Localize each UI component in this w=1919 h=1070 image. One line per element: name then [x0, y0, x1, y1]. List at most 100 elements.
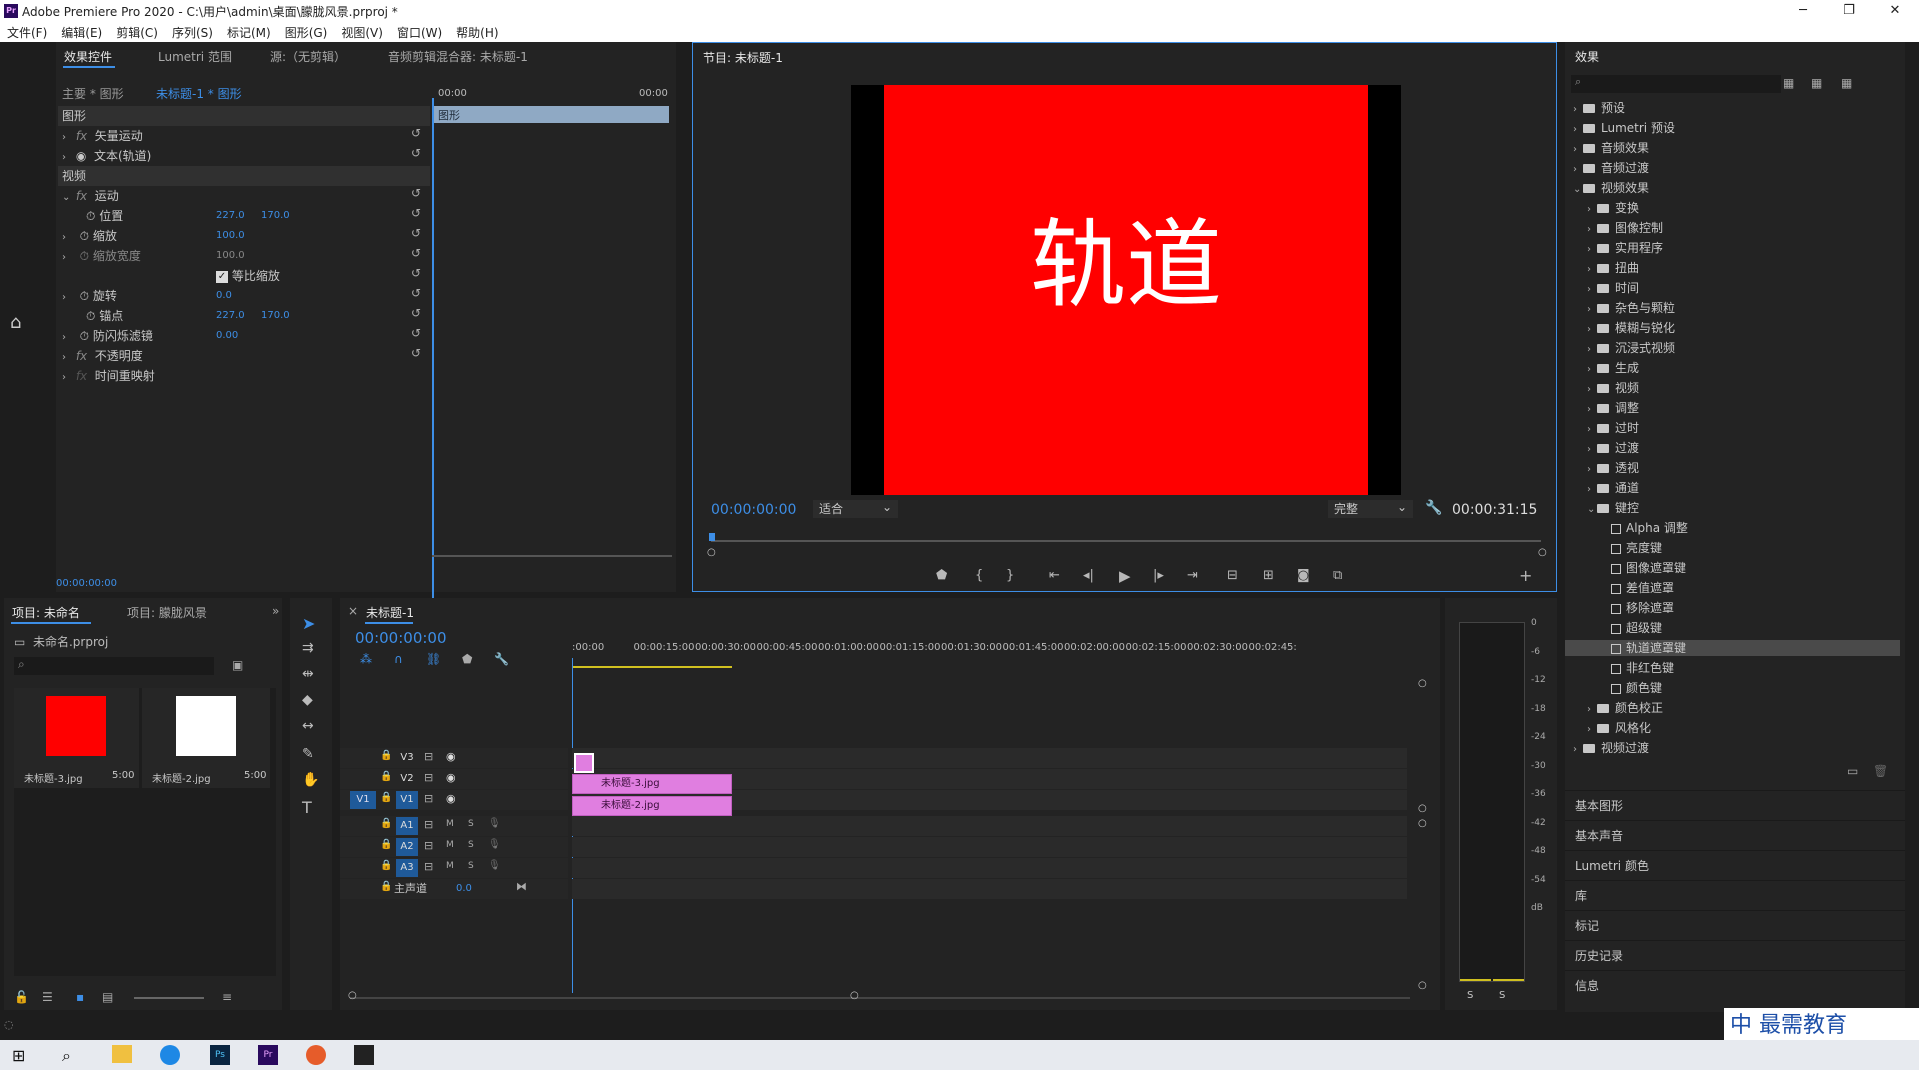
- stopwatch-icon[interactable]: ⏱: [86, 309, 95, 323]
- audio-track-lane[interactable]: [572, 837, 1407, 857]
- effects-tree-item[interactable]: › 实用程序: [1565, 240, 1900, 256]
- effects-tree-item[interactable]: › 图像控制: [1565, 220, 1900, 236]
- windows-start-icon[interactable]: ⊞: [12, 1046, 25, 1065]
- file-explorer-icon[interactable]: [112, 1045, 132, 1063]
- solo-button[interactable]: S: [468, 840, 474, 850]
- v-scroll-handle-mid2[interactable]: ○: [1418, 818, 1427, 829]
- scale-value[interactable]: 100.0: [216, 226, 245, 246]
- source-patch-v1[interactable]: V1: [350, 791, 376, 809]
- close-tab-icon[interactable]: ×: [348, 604, 358, 618]
- track-name[interactable]: A2: [396, 838, 418, 856]
- menu-sequence[interactable]: 序列(S): [165, 22, 220, 41]
- find-bin-icon[interactable]: ▣: [232, 658, 243, 672]
- tab-audio-clip-mixer[interactable]: 音频剪辑混合器: 未标题-1: [388, 48, 528, 65]
- stopwatch-icon[interactable]: ⏱: [80, 229, 89, 243]
- timeline-ruler[interactable]: :00:00 00:00:15:00 00:00:30:00 00:00:45:00 0…: [572, 640, 1412, 660]
- motion-row[interactable]: ⌄ fx 运动: [62, 186, 119, 206]
- effects-tree-item[interactable]: › 扭曲: [1565, 260, 1900, 276]
- effects-tree-item[interactable]: › 沉浸式视频: [1565, 340, 1900, 356]
- stopwatch-icon[interactable]: ⏱: [80, 329, 89, 343]
- eye-icon[interactable]: ◉: [446, 771, 456, 784]
- lock-track-icon[interactable]: 🔒: [380, 818, 392, 829]
- reset-icon[interactable]: ↺: [411, 126, 421, 140]
- chevron-right-icon[interactable]: ›: [1587, 482, 1597, 498]
- panel-essential-sound[interactable]: 基本声音: [1565, 820, 1905, 850]
- search-icon[interactable]: ⌕: [62, 1046, 71, 1066]
- app-icon[interactable]: [306, 1045, 326, 1065]
- effects-tree-item[interactable]: › 模糊与锐化: [1565, 320, 1900, 336]
- mark-in-icon[interactable]: {: [975, 568, 983, 583]
- anchor-y-value[interactable]: 170.0: [261, 306, 290, 326]
- chevron-right-icon[interactable]: ›: [1587, 302, 1597, 318]
- tab-effect-controls[interactable]: 效果控件: [64, 48, 112, 65]
- photoshop-icon[interactable]: Ps: [210, 1045, 230, 1065]
- reset-icon[interactable]: ↺: [411, 186, 421, 200]
- effects-tree-item[interactable]: 差值遮罩: [1565, 580, 1900, 596]
- solo-button[interactable]: S: [468, 819, 474, 829]
- effects-tree-item[interactable]: › 过渡: [1565, 440, 1900, 456]
- effects-tree-item[interactable]: › 颜色校正: [1565, 700, 1900, 716]
- ec-zoom-scrollbar[interactable]: [432, 555, 672, 557]
- compare-icon[interactable]: ⧉: [1333, 568, 1342, 583]
- accelerated-effects-icon[interactable]: ▦: [1783, 76, 1794, 90]
- stopwatch-icon[interactable]: ⏱: [80, 289, 89, 303]
- v-scroll-handle-bottom[interactable]: ○: [1418, 980, 1427, 991]
- snap-icon[interactable]: ∩: [394, 652, 403, 666]
- chevron-right-icon[interactable]: ›: [1587, 362, 1597, 378]
- reset-icon[interactable]: ↺: [411, 146, 421, 160]
- clip-v2[interactable]: 未标题-3.jpg: [572, 774, 732, 794]
- rotation-value[interactable]: 0.0: [216, 286, 232, 306]
- yuv-effects-icon[interactable]: ▦: [1841, 76, 1852, 90]
- tab-sequence[interactable]: 未标题-1: [366, 604, 414, 621]
- panel-lumetri-color[interactable]: Lumetri 颜色: [1565, 850, 1905, 880]
- reset-icon[interactable]: ↺: [411, 226, 421, 240]
- panel-history[interactable]: 历史记录: [1565, 940, 1905, 970]
- uniform-scale-checkbox[interactable]: ✓: [216, 270, 228, 283]
- effects-tree-item[interactable]: › 调整: [1565, 400, 1900, 416]
- ec-timecode[interactable]: 00:00:00:00: [56, 578, 117, 589]
- chevron-right-icon[interactable]: ›: [1587, 282, 1597, 298]
- chevron-right-icon[interactable]: ›: [1587, 442, 1597, 458]
- pen-tool-icon[interactable]: ✎: [302, 746, 314, 762]
- fit-dropdown[interactable]: 适合 ⌄: [813, 500, 898, 518]
- chevron-right-icon[interactable]: ›: [1573, 162, 1583, 178]
- solo-right-button[interactable]: S: [1499, 990, 1505, 1001]
- sync-lock-icon[interactable]: ⊟: [424, 860, 433, 873]
- chevron-right-icon[interactable]: ›: [1573, 102, 1583, 118]
- effects-tree-item[interactable]: › 时间: [1565, 280, 1900, 296]
- trash-icon[interactable]: 🗑: [1873, 764, 1888, 778]
- chevron-right-icon[interactable]: ›: [1587, 242, 1597, 258]
- timeline-h-scrollbar[interactable]: [350, 997, 1410, 999]
- effects-tree-item[interactable]: 超级键: [1565, 620, 1900, 636]
- video-track-lane[interactable]: [572, 748, 1407, 768]
- reset-icon[interactable]: ↺: [411, 266, 421, 280]
- lock-track-icon[interactable]: 🔒: [380, 881, 392, 892]
- tab-source[interactable]: 源:（无剪辑）: [270, 48, 346, 65]
- go-to-end-icon[interactable]: ⧓: [516, 880, 527, 893]
- effects-tree-item[interactable]: 移除遮罩: [1565, 600, 1900, 616]
- maximize-button[interactable]: ❐: [1826, 0, 1872, 22]
- more-panels-icon[interactable]: »: [272, 604, 279, 618]
- sync-lock-icon[interactable]: ⊟: [424, 750, 433, 763]
- sync-lock-icon[interactable]: ⊟: [424, 771, 433, 784]
- thumbnail-size-slider[interactable]: [134, 997, 204, 999]
- chevron-down-icon[interactable]: ⌄: [1573, 182, 1583, 198]
- lock-icon[interactable]: 🔓: [14, 990, 29, 1004]
- tab-program[interactable]: 节目: 未标题-1: [703, 49, 783, 66]
- effects-tree-item[interactable]: › 杂色与颗粒: [1565, 300, 1900, 316]
- reset-icon[interactable]: ↺: [411, 326, 421, 340]
- ripple-edit-tool-icon[interactable]: ⇹: [302, 666, 314, 682]
- extract-icon[interactable]: ⊞: [1263, 568, 1274, 583]
- selection-tool-icon[interactable]: ➤: [302, 614, 315, 633]
- tab-project-scenery[interactable]: 项目: 朦胧风景: [127, 604, 207, 621]
- reset-icon[interactable]: ↺: [411, 206, 421, 220]
- lock-track-icon[interactable]: 🔒: [380, 839, 392, 850]
- tab-project-untitled[interactable]: 项目: 未命名: [12, 604, 80, 621]
- marker-icon[interactable]: ⬟: [936, 568, 947, 583]
- project-item-2[interactable]: 未标题-2.jpg 5:00: [142, 688, 270, 788]
- camera-icon[interactable]: ◙: [1297, 568, 1310, 583]
- chevron-down-icon[interactable]: ⌄: [1587, 502, 1597, 518]
- effects-tree-item[interactable]: › 音频效果: [1565, 140, 1900, 156]
- audio-track-lane[interactable]: [572, 858, 1407, 878]
- chevron-right-icon[interactable]: ›: [1587, 402, 1597, 418]
